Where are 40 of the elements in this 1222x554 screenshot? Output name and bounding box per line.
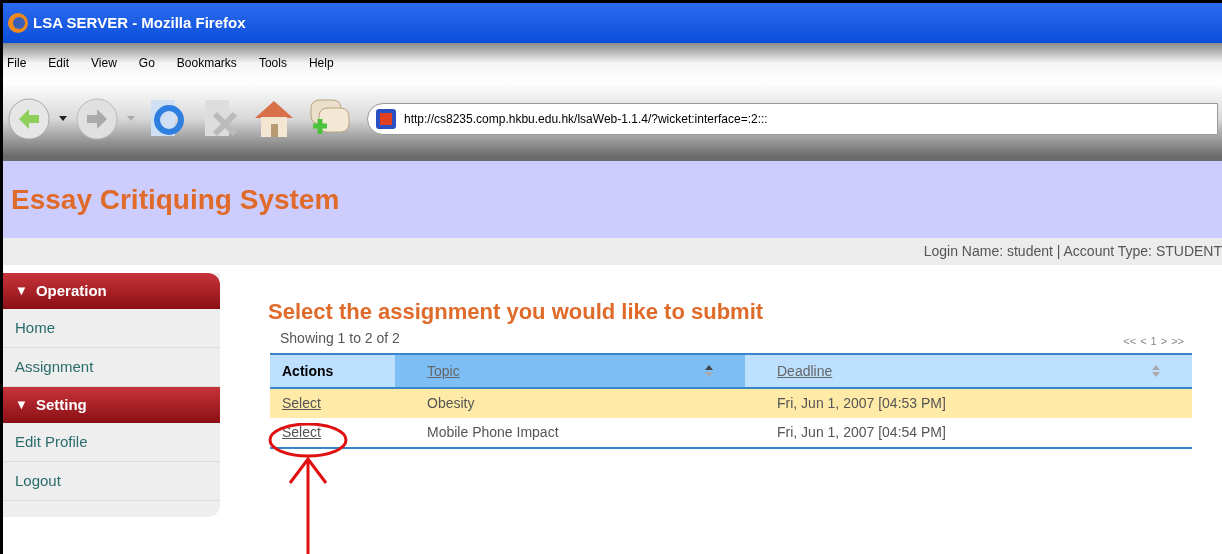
sidebar-item[interactable]: Edit Profile xyxy=(3,423,220,462)
forward-icon[interactable] xyxy=(75,97,119,141)
menu-item[interactable]: Go xyxy=(138,54,155,72)
pager-link[interactable]: >> xyxy=(1171,332,1184,349)
browser-logo-icon xyxy=(7,12,29,34)
menu-item[interactable]: Tools xyxy=(258,54,287,72)
results-count: Showing 1 to 2 of 2 xyxy=(280,329,400,348)
menu-item[interactable]: Help xyxy=(308,54,334,72)
table-cell: Mobile Phone Impact xyxy=(395,418,745,448)
menu-item[interactable]: View xyxy=(91,54,117,72)
toggle-icon[interactable]: ▼ xyxy=(15,281,28,301)
pager-link[interactable]: << xyxy=(1123,332,1137,349)
sidebar-item[interactable]: Home xyxy=(3,309,220,348)
sidebar-heading-label: Setting xyxy=(35,394,87,415)
select-link[interactable]: Select xyxy=(282,395,321,411)
sidebar-heading[interactable]: ▼ Operation xyxy=(3,273,220,309)
menu-item[interactable]: Edit xyxy=(48,54,70,72)
sidebar-item[interactable]: Logout xyxy=(3,462,220,501)
sidebar-heading[interactable]: ▼ Setting xyxy=(3,387,220,423)
back-icon[interactable] xyxy=(7,97,51,141)
caret-icon[interactable] xyxy=(59,116,67,122)
column-header: Actions xyxy=(270,354,395,388)
table-cell: Obesity xyxy=(395,388,745,418)
table-cell: Fri, Jun 1, 2007 [04:53 PM] xyxy=(745,388,1192,418)
pager-link[interactable]: 1 xyxy=(1150,332,1157,349)
page-heading: Select the assignment you would like to submit xyxy=(268,298,765,326)
menu-item[interactable]: Bookmarks xyxy=(176,54,237,72)
address-field[interactable]: http://cs8235.comp.hkbu.edu.hk/lsaWeb-1.1.4/?wicket:interface=:2::: xyxy=(367,103,1218,135)
sort-icon[interactable] xyxy=(705,364,713,378)
login-info: Login Name: student | Account Type: STUDENT xyxy=(923,242,1222,261)
column-header[interactable]: Deadline xyxy=(745,354,1192,388)
site-title: Essay Critiquing System xyxy=(11,182,340,217)
window-title: LSA SERVER - Mozilla Firefox xyxy=(33,12,246,33)
pager-link[interactable]: > xyxy=(1160,332,1168,349)
sidebar-heading-label: Operation xyxy=(35,280,107,301)
site-icon xyxy=(376,109,396,129)
pager-link[interactable]: < xyxy=(1140,332,1147,349)
table-cell: Fri, Jun 1, 2007 [04:54 PM] xyxy=(745,418,1192,448)
toggle-icon[interactable]: ▼ xyxy=(15,395,28,415)
menu-item[interactable]: File xyxy=(7,54,27,72)
